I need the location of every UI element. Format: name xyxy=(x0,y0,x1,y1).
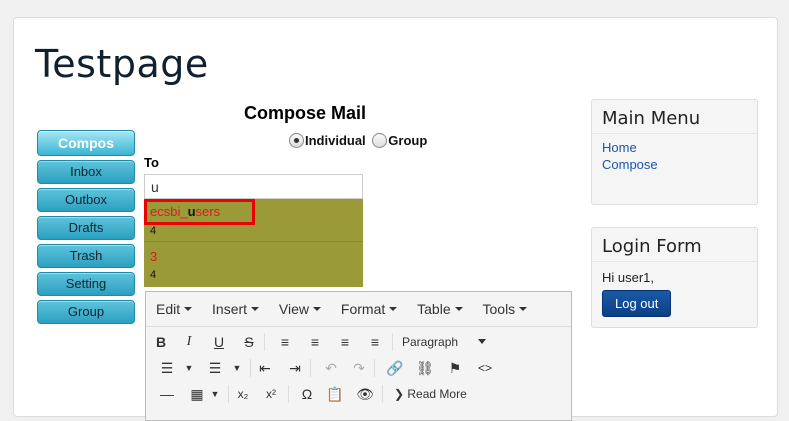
strikethrough-icon[interactable]: S xyxy=(236,329,262,355)
nav-trash-button[interactable]: Trash xyxy=(37,244,135,268)
indent-icon[interactable]: ⇥ xyxy=(282,355,308,381)
outdent-icon[interactable]: ⇤ xyxy=(252,355,278,381)
logout-button[interactable]: Log out xyxy=(602,290,672,317)
subscript-icon[interactable]: x₂ xyxy=(230,381,256,407)
paste-text-icon[interactable]: 📋 xyxy=(322,381,348,407)
to-input[interactable]: u xyxy=(144,174,363,199)
align-left-icon[interactable]: ≡ xyxy=(272,329,298,355)
radio-individual-label: Individual xyxy=(305,133,366,148)
main-menu-panel: Main Menu Home Compose xyxy=(591,99,758,205)
unlink-icon[interactable]: ⛓ xyxy=(412,355,438,381)
radio-group-label: Group xyxy=(388,133,428,148)
highlight-box xyxy=(144,199,255,225)
align-right-icon[interactable]: ≡ xyxy=(332,329,358,355)
menu-edit[interactable]: Edit xyxy=(156,292,193,326)
table-dropdown-icon[interactable]: ▼ xyxy=(202,381,228,407)
to-label: To xyxy=(144,155,159,170)
nav-group-button[interactable]: Group xyxy=(37,300,135,324)
recipient-type-radios: Individual Group xyxy=(289,133,427,148)
bold-icon[interactable]: B xyxy=(148,329,174,355)
nav-setting-button[interactable]: Setting xyxy=(37,272,135,296)
suggestion-count: 4 xyxy=(150,269,157,281)
suggestion-name: 3 xyxy=(150,249,158,264)
numbered-list-dropdown-icon[interactable]: ▼ xyxy=(224,355,250,381)
underline-icon[interactable]: U xyxy=(206,329,232,355)
align-justify-icon[interactable]: ≡ xyxy=(362,329,388,355)
editor-menubar: Edit Insert View Format Table Tools xyxy=(146,292,571,327)
nav-drafts-button[interactable]: Drafts xyxy=(37,216,135,240)
site-title: Testpage xyxy=(35,42,209,86)
bullet-list-dropdown-icon[interactable]: ▼ xyxy=(176,355,202,381)
toolbar-row-3: — ▦ ▼ x₂ x² Ω 📋 👁 ❯ Read More xyxy=(146,381,571,407)
autocomplete-item[interactable]: ecsbi_users 4 xyxy=(144,199,363,242)
menu-tools[interactable]: Tools xyxy=(483,292,528,326)
radio-group[interactable] xyxy=(372,133,388,148)
paragraph-select[interactable]: Paragraph xyxy=(402,331,487,353)
redo-icon[interactable]: ↷ xyxy=(346,355,372,381)
source-code-icon[interactable]: <> xyxy=(472,355,498,381)
compose-title: Compose Mail xyxy=(244,103,367,123)
toolbar-row-2: ☰ ▼ ☰ ▼ ⇤ ⇥ ↶ ↷ 🔗 ⛓ ⚑ <> xyxy=(146,355,571,381)
read-more-button[interactable]: ❯ Read More xyxy=(394,381,467,407)
left-nav: Compos Inbox Outbox Drafts Trash Setting… xyxy=(37,130,135,328)
undo-icon[interactable]: ↶ xyxy=(318,355,344,381)
nav-inbox-button[interactable]: Inbox xyxy=(37,160,135,184)
nav-outbox-button[interactable]: Outbox xyxy=(37,188,135,212)
horizontal-rule-icon[interactable]: — xyxy=(154,381,180,407)
nav-compose-button[interactable]: Compos xyxy=(37,130,135,156)
toolbar-row-1: B I U S ≡ ≡ ≡ ≡ Paragraph xyxy=(146,329,571,355)
preview-icon[interactable]: 👁 xyxy=(352,381,378,407)
menu-table[interactable]: Table xyxy=(417,292,463,326)
page-container: Testpage Compos Inbox Outbox Drafts Tras… xyxy=(13,17,778,421)
superscript-icon[interactable]: x² xyxy=(258,381,284,407)
main-menu-home-link[interactable]: Home xyxy=(592,139,757,156)
login-form-panel: Login Form Hi user1, Log out xyxy=(591,227,758,328)
bookmark-icon[interactable]: ⚑ xyxy=(442,355,468,381)
radio-individual[interactable] xyxy=(289,133,304,148)
main-menu-compose-link[interactable]: Compose xyxy=(592,156,757,173)
autocomplete-list: ecsbi_users 4 3 4 xyxy=(144,199,363,287)
special-character-icon[interactable]: Ω xyxy=(294,381,320,407)
menu-insert[interactable]: Insert xyxy=(212,292,260,326)
rich-text-editor: Edit Insert View Format Table Tools B I … xyxy=(145,291,572,421)
autocomplete-item[interactable]: 3 4 xyxy=(144,243,363,286)
greeting-text: Hi user1, xyxy=(602,270,655,285)
main-menu-title: Main Menu xyxy=(592,100,757,134)
align-center-icon[interactable]: ≡ xyxy=(302,329,328,355)
italic-icon[interactable]: I xyxy=(176,329,202,355)
menu-view[interactable]: View xyxy=(279,292,322,326)
login-form-title: Login Form xyxy=(592,228,757,262)
suggestion-count: 4 xyxy=(150,225,157,237)
link-icon[interactable]: 🔗 xyxy=(382,355,408,381)
menu-format[interactable]: Format xyxy=(341,292,398,326)
